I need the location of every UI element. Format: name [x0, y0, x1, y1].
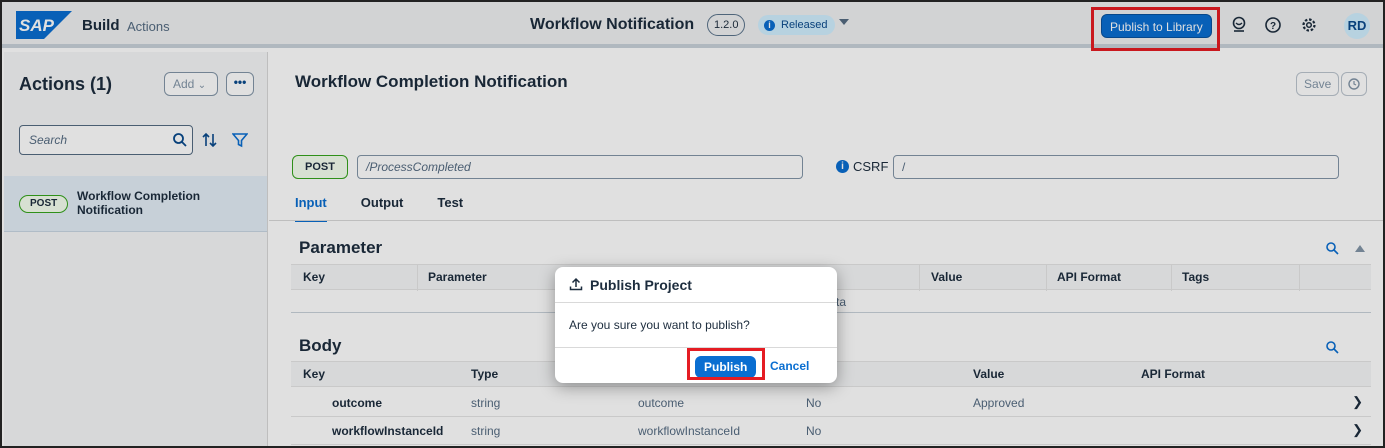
dialog-header: Publish Project [555, 267, 837, 303]
highlight-box-publish [687, 348, 765, 380]
app-window: SAP Build Actions Workflow Notification … [0, 0, 1385, 448]
cancel-button[interactable]: Cancel [770, 359, 809, 373]
upload-icon [569, 277, 583, 291]
dialog-message: Are you sure you want to publish? [569, 318, 750, 332]
dialog-title: Publish Project [590, 277, 692, 293]
